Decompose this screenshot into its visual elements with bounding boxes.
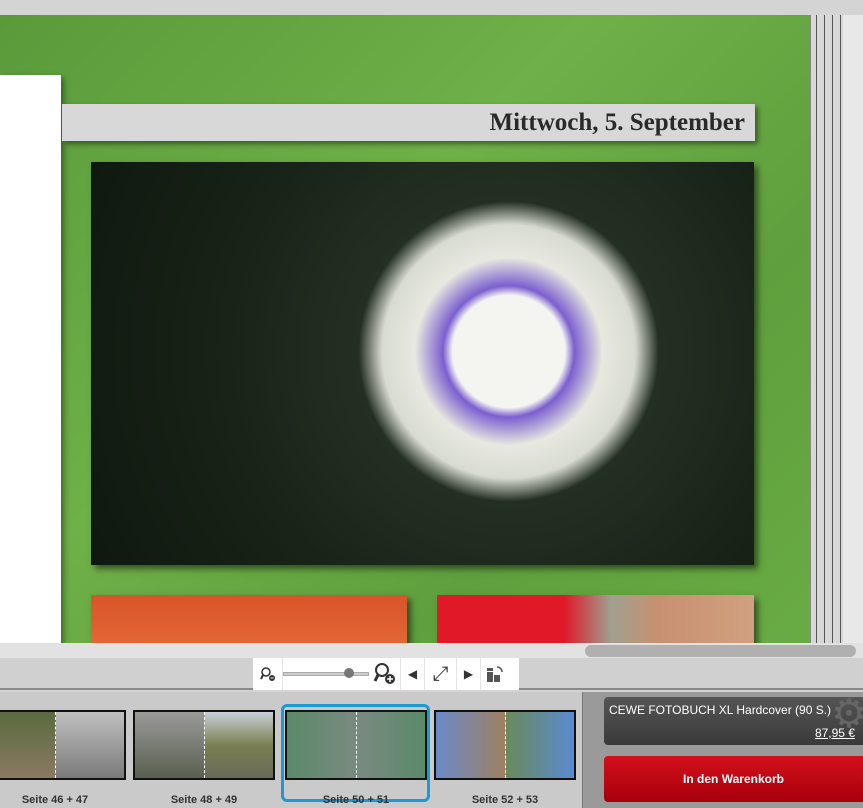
next-page-button[interactable]: ▶ bbox=[457, 658, 481, 690]
view-toolbar: ◀ ⤢ ▶ bbox=[253, 658, 519, 690]
thumbnail-48-49[interactable] bbox=[133, 710, 275, 780]
slider-track bbox=[283, 672, 369, 676]
top-strip bbox=[0, 0, 863, 15]
thumbnail-label: Seite 48 + 49 bbox=[170, 794, 238, 806]
add-to-cart-button[interactable]: In den Warenkorb bbox=[604, 756, 863, 802]
thumbnail-52-53[interactable] bbox=[434, 710, 576, 780]
photo-passion-flower[interactable] bbox=[91, 162, 754, 565]
left-page[interactable] bbox=[0, 75, 61, 643]
thumbnail-label: Seite 46 + 47 bbox=[21, 794, 89, 806]
product-name: CEWE FOTOBUCH XL Hardcover (90 S.) bbox=[609, 703, 832, 717]
fit-to-screen-button[interactable]: ⤢ bbox=[425, 658, 457, 690]
page-filmstrip: Seite 46 + 47 Seite 48 + 49 Seite 50 + 5… bbox=[0, 692, 582, 808]
vertical-scrollbar[interactable] bbox=[843, 15, 863, 643]
horizontal-scroll-thumb[interactable] bbox=[585, 645, 856, 657]
zoom-out-icon[interactable] bbox=[253, 658, 283, 690]
swap-layout-icon[interactable] bbox=[481, 658, 509, 690]
thumbnail-label: Seite 52 + 53 bbox=[471, 794, 539, 806]
zoom-in-icon[interactable] bbox=[369, 658, 401, 690]
page-title[interactable]: Mittwoch, 5. September bbox=[62, 104, 755, 141]
thumbnail-label: Seite 50 + 51 bbox=[322, 794, 390, 806]
thumbnail-50-51[interactable] bbox=[285, 710, 427, 780]
thumbnail-46-47[interactable] bbox=[0, 710, 126, 780]
previous-page-button[interactable]: ◀ bbox=[401, 658, 425, 690]
book-spine bbox=[810, 15, 843, 643]
product-price[interactable]: 87,95 € bbox=[815, 726, 855, 740]
photo-bottom-left[interactable] bbox=[91, 595, 407, 643]
photobook-canvas[interactable]: Mittwoch, 5. September bbox=[0, 15, 843, 643]
slider-knob[interactable] bbox=[343, 668, 354, 678]
zoom-slider[interactable] bbox=[283, 658, 369, 690]
photo-bottom-right[interactable] bbox=[437, 595, 754, 643]
product-info[interactable]: ⚙ CEWE FOTOBUCH XL Hardcover (90 S.) 87,… bbox=[604, 692, 863, 745]
